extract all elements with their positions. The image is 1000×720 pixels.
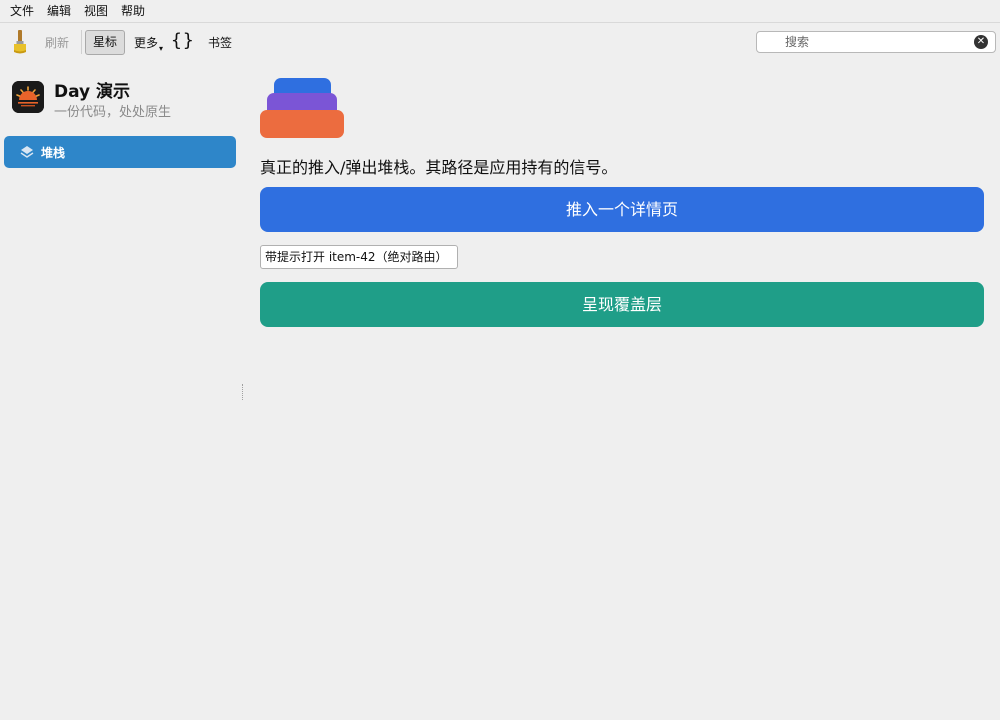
push-detail-button[interactable]: 推入一个详情页	[260, 187, 984, 232]
present-overlay-button[interactable]: 呈现覆盖层	[260, 282, 984, 327]
layers-icon	[20, 146, 34, 158]
menu-view[interactable]: 视图	[78, 0, 114, 22]
search-input[interactable]	[757, 32, 967, 52]
splitter-handle[interactable]	[242, 384, 243, 400]
menu-divider	[0, 22, 1000, 23]
chevron-down-icon: ▾	[159, 44, 164, 53]
app-logo-icon	[12, 81, 44, 113]
bookmarks-button[interactable]: 书签	[208, 31, 232, 55]
more-label: 更多	[134, 36, 159, 50]
star-button[interactable]: 星标	[85, 30, 125, 55]
clear-circle-icon[interactable]: ✕	[974, 35, 988, 49]
menu-bar: 文件 编辑 视图 帮助	[0, 0, 1000, 22]
description-text: 真正的推入/弹出堆栈。其路径是应用持有的信号。	[260, 158, 618, 177]
menu-file[interactable]: 文件	[4, 0, 40, 22]
search-box: ✕	[756, 31, 996, 53]
refresh-button[interactable]: 刷新	[45, 31, 69, 55]
paintbrush-icon[interactable]	[9, 29, 31, 55]
sidebar: Day 演示 一份代码，处处原生 堆栈	[0, 62, 242, 720]
toolbar-divider	[81, 30, 82, 54]
stack-illustration-icon	[260, 78, 344, 138]
braces-button[interactable]: {}	[171, 29, 195, 53]
menu-edit[interactable]: 编辑	[41, 0, 77, 22]
more-button[interactable]: 更多▾	[134, 31, 163, 55]
sidebar-item-label: 堆栈	[41, 146, 66, 160]
app-title: Day 演示	[54, 82, 131, 102]
menu-help[interactable]: 帮助	[115, 0, 151, 22]
open-with-hint-button[interactable]: 带提示打开 item-42（绝对路由）	[260, 245, 458, 269]
main-content: 真正的推入/弹出堆栈。其路径是应用持有的信号。 推入一个详情页 带提示打开 it…	[260, 62, 990, 720]
app-subtitle: 一份代码，处处原生	[54, 105, 172, 120]
sidebar-item-stack[interactable]: 堆栈	[4, 136, 236, 168]
